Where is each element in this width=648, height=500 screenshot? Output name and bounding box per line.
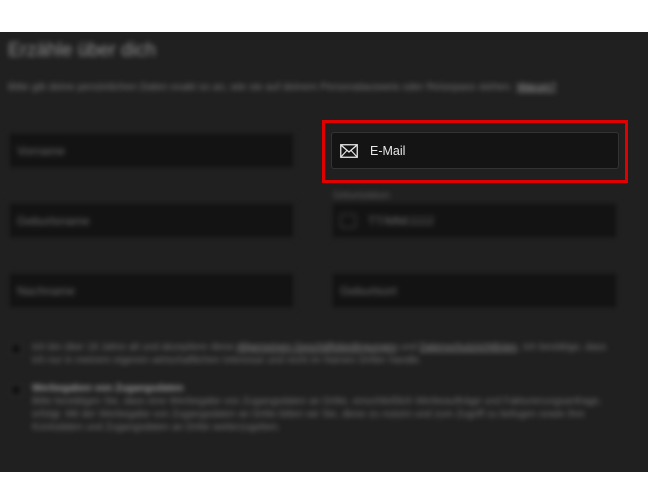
birth-place-input[interactable]: Geburtsort [331, 272, 618, 309]
birth-place-placeholder: Geburtsort [340, 283, 397, 298]
birth-name-placeholder: Geburtsname [17, 213, 90, 228]
age-terms-checkbox[interactable] [10, 343, 22, 355]
bonus-body: Bitte bestätigen Sie, dass eine Werbegab… [32, 396, 602, 433]
why-link[interactable]: Warum? [517, 81, 556, 93]
birth-date-label: Geburtsdatum [333, 190, 391, 200]
age-text-a: Ich bin über 18 Jahre alt und akzeptiere… [32, 342, 235, 353]
terms-link[interactable]: Allgemeinen Geschäftsbedingungen [237, 342, 398, 353]
intro-body: Bitte gib deine persönlichen Daten exakt… [8, 81, 513, 93]
age-text-b: und [400, 342, 417, 353]
registration-panel: Erzähle über dich Bitte gib deine persön… [0, 32, 648, 472]
birth-date-placeholder: TT/MM/JJJJ [368, 213, 434, 228]
page-title: Erzähle über dich [8, 40, 156, 61]
intro-text: Bitte gib deine persönlichen Daten exakt… [8, 80, 618, 94]
privacy-link[interactable]: Datenschutzrichtlinien [420, 342, 518, 353]
birth-date-input[interactable]: TT/MM/JJJJ [331, 202, 618, 239]
envelope-icon [340, 143, 358, 158]
email-field[interactable]: E-Mail [331, 132, 619, 169]
first-name-placeholder: Vorname [17, 143, 66, 158]
first-name-input[interactable]: Vorname [8, 132, 295, 169]
last-name-placeholder: Nachname [17, 283, 76, 298]
age-terms-text: Ich bin über 18 Jahre alt und akzeptiere… [32, 341, 612, 367]
bonus-consent-text: Werbegaben von Zugangsdaten Bitte bestät… [32, 382, 617, 434]
bonus-checkbox[interactable] [10, 384, 22, 396]
bonus-title: Werbegaben von Zugangsdaten [32, 383, 184, 394]
email-label: E-Mail [370, 143, 406, 158]
calendar-icon [340, 213, 356, 228]
last-name-input[interactable]: Nachname [8, 272, 295, 309]
birth-name-input[interactable]: Geburtsname [8, 202, 295, 239]
blurred-form-background: Erzähle über dich Bitte gib deine persön… [0, 32, 648, 472]
